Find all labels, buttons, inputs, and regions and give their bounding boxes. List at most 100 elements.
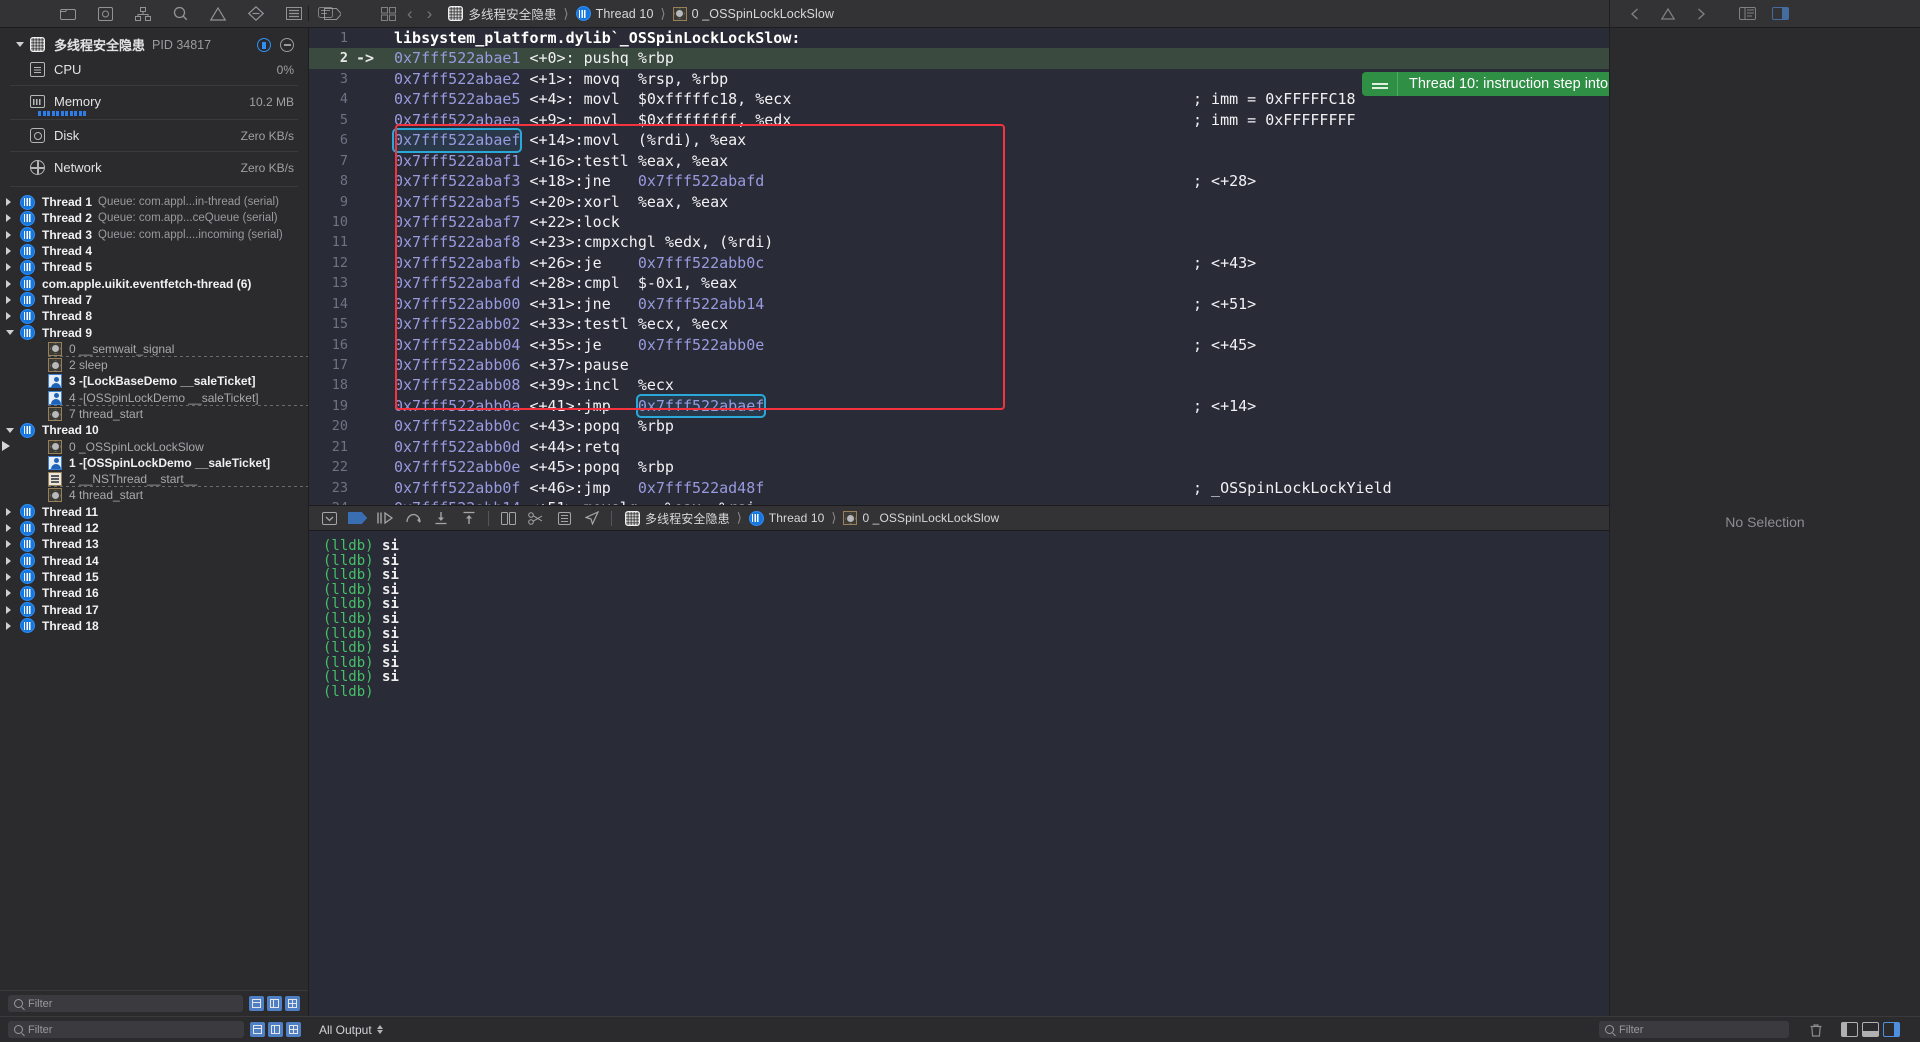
debug-list-icon[interactable] (286, 6, 302, 21)
disclosure-triangle-icon[interactable] (0, 524, 20, 533)
step-out-button[interactable] (455, 505, 483, 531)
show-console-button[interactable] (1883, 1022, 1900, 1037)
gauge-cpu[interactable]: CPU 0% (0, 57, 308, 82)
previous-issue-icon[interactable] (1626, 6, 1643, 21)
scope-button-2[interactable] (267, 996, 282, 1011)
thread-row[interactable]: Thread 8 (0, 308, 308, 324)
step-over-button[interactable] (399, 505, 427, 531)
code-line[interactable]: 6 0x7fff522abaef <+14>: movl (%rdi), %eax (309, 128, 1609, 153)
thread-row[interactable]: Thread 16 (0, 585, 308, 601)
version-editor-icon[interactable] (1772, 6, 1789, 21)
code-line[interactable]: 22 0x7fff522abb0e <+45>: popq %rbp (309, 457, 1609, 477)
code-line[interactable]: 14 0x7fff522abb00 <+31>: jne 0x7fff522abb1… (309, 294, 1609, 314)
process-row[interactable]: 多线程安全隐患 PID 34817 (0, 32, 308, 57)
code-line[interactable]: 10 0x7fff522abaf7 <+22>: lock (309, 212, 1609, 232)
memory-graph-button[interactable] (522, 505, 550, 531)
debug-breadcrumb-item-frame[interactable]: 0 _OSSpinLockLockSlow (843, 511, 999, 525)
disclosure-triangle-icon[interactable] (0, 330, 20, 336)
disclosure-triangle-icon[interactable] (0, 230, 20, 239)
simulate-location-button[interactable] (578, 505, 606, 531)
continue-button[interactable] (371, 505, 399, 531)
stack-frame-row[interactable]: 7 thread_start (0, 406, 308, 422)
thread-row[interactable]: Thread 2 Queue: com.app...ceQueue (serial… (0, 210, 308, 226)
thread-row[interactable]: Thread 14 (0, 553, 308, 569)
gauge-network[interactable]: Network Zero KB/s (0, 155, 308, 180)
stack-frame-row[interactable]: 4 thread_start (0, 487, 308, 503)
breadcrumb-item-thread[interactable]: Thread 10 (575, 6, 654, 21)
debug-breadcrumb-item-project[interactable]: 多线程安全隐患 (625, 510, 730, 527)
stack-frame-row[interactable]: 0 _OSSpinLockLockSlow (0, 438, 308, 454)
scope-button-3[interactable] (285, 996, 300, 1011)
code-line[interactable]: 7 0x7fff522abaf1 <+16>: testl %eax, %eax (309, 151, 1609, 171)
warning-triangle-icon[interactable] (210, 6, 226, 21)
thread-row[interactable]: Thread 18 (0, 618, 308, 634)
disclosure-triangle-icon[interactable] (0, 540, 20, 549)
code-line[interactable]: 17 0x7fff522abb06 <+37>: pause (309, 355, 1609, 375)
stack-view-button[interactable] (550, 505, 578, 531)
disclosure-triangle-icon[interactable] (0, 507, 20, 516)
pause-circle-icon[interactable] (257, 37, 271, 52)
disclosure-triangle-icon[interactable] (0, 247, 20, 256)
disclosure-triangle-icon[interactable] (0, 572, 20, 581)
code-line[interactable]: 23 0x7fff522abb0f <+46>: jmp 0x7fff522ad48… (309, 478, 1609, 498)
filter-circle-icon[interactable] (280, 37, 294, 52)
disclosure-triangle-icon[interactable] (0, 605, 20, 614)
thread-row[interactable]: Thread 1 Queue: com.appl...in-thread (ser… (0, 194, 308, 210)
test-diamond-icon[interactable] (248, 6, 264, 21)
thread-row[interactable]: Thread 10 (0, 422, 308, 438)
thread-row[interactable]: Thread 4 (0, 243, 308, 259)
code-line[interactable]: 9 0x7fff522abaf5 <+20>: xorl %eax, %eax (309, 192, 1609, 212)
disclosure-triangle-icon[interactable] (0, 279, 20, 288)
scope-button-1[interactable] (249, 996, 264, 1011)
gauge-disk[interactable]: Disk Zero KB/s (0, 123, 308, 148)
code-line[interactable]: 19 0x7fff522abb0a <+41>: jmp 0x7fff522abae… (309, 393, 1609, 419)
comment-icon[interactable] (317, 6, 334, 21)
scope-button-2[interactable] (268, 1022, 283, 1037)
disclosure-triangle-icon[interactable] (0, 589, 20, 598)
code-line[interactable]: 11 0x7fff522abaf8 <+23>: cmpxchgl %edx, (%… (309, 232, 1609, 252)
grid-icon[interactable] (380, 6, 397, 21)
thread-row[interactable]: Thread 9 (0, 324, 308, 341)
thread-row[interactable]: Thread 11 (0, 504, 308, 520)
navigator-filter-input[interactable]: Filter (8, 995, 243, 1012)
step-into-button[interactable] (427, 505, 455, 531)
code-line[interactable]: 24 0x7fff522abb14 <+51>:movslq %eax, %rsi (309, 498, 1609, 505)
thread-row[interactable]: Thread 3 Queue: com.appl....incoming (ser… (0, 227, 308, 243)
forward-button[interactable]: › (427, 4, 433, 24)
show-variables-button[interactable] (1841, 1022, 1858, 1037)
thread-row[interactable]: Thread 5 (0, 259, 308, 275)
thread-row[interactable]: com.apple.uikit.eventfetch-thread (6) (0, 275, 308, 292)
code-line[interactable]: 16 0x7fff522abb04 <+35>: je 0x7fff522abb0e… (309, 335, 1609, 355)
show-both-button[interactable] (1862, 1022, 1879, 1037)
code-line[interactable]: 2 -> 0x7fff522abae1 <+0>: pushq %rbp (309, 48, 1609, 69)
disclosure-triangle-icon[interactable] (0, 295, 20, 304)
assembly-code-view[interactable]: 1 libsystem_platform.dylib`_OSSpinLockLoc… (309, 28, 1609, 505)
stack-frame-row[interactable]: 0 __semwait_signal (0, 341, 308, 358)
disclosure-triangle-icon[interactable] (0, 214, 20, 223)
thread-row[interactable]: Thread 13 (0, 536, 308, 552)
view-hierarchy-button[interactable] (494, 505, 522, 531)
next-issue-icon[interactable] (1692, 6, 1709, 21)
disclosure-triangle-icon[interactable] (0, 621, 20, 630)
thread-row[interactable]: Thread 15 (0, 569, 308, 585)
breadcrumb-item-frame[interactable]: 0 _OSSpinLockLockSlow (672, 6, 834, 21)
breadcrumb-item-project[interactable]: 多线程安全隐患 (448, 4, 556, 23)
hide-debug-area-button[interactable] (315, 505, 343, 531)
disclosure-triangle-icon[interactable] (0, 198, 20, 207)
source-control-icon[interactable] (98, 6, 113, 21)
code-line[interactable]: 1 libsystem_platform.dylib`_OSSpinLockLoc… (309, 28, 1609, 48)
hierarchy-icon[interactable] (135, 6, 151, 21)
scope-button-1[interactable] (250, 1022, 265, 1037)
code-line[interactable]: 8 0x7fff522abaf3 <+18>: jne 0x7fff522abafd… (309, 171, 1609, 191)
thread-row[interactable]: Thread 7 (0, 292, 308, 308)
deactivate-breakpoints-button[interactable] (343, 505, 371, 531)
output-selector[interactable]: All Output (319, 1023, 383, 1037)
disclosure-triangle-icon[interactable] (10, 42, 30, 47)
disclosure-triangle-icon[interactable] (0, 427, 20, 433)
status-filter-input[interactable]: Filter (8, 1021, 244, 1038)
stop-reason-badge[interactable]: Thread 10: instruction step into (1362, 72, 1609, 96)
stack-frame-row[interactable]: 2 sleep (0, 357, 308, 373)
code-line[interactable]: 12 0x7fff522abafb <+26>: je 0x7fff522abb0c… (309, 253, 1609, 273)
search-icon[interactable] (173, 6, 188, 21)
folder-icon[interactable] (60, 6, 76, 21)
